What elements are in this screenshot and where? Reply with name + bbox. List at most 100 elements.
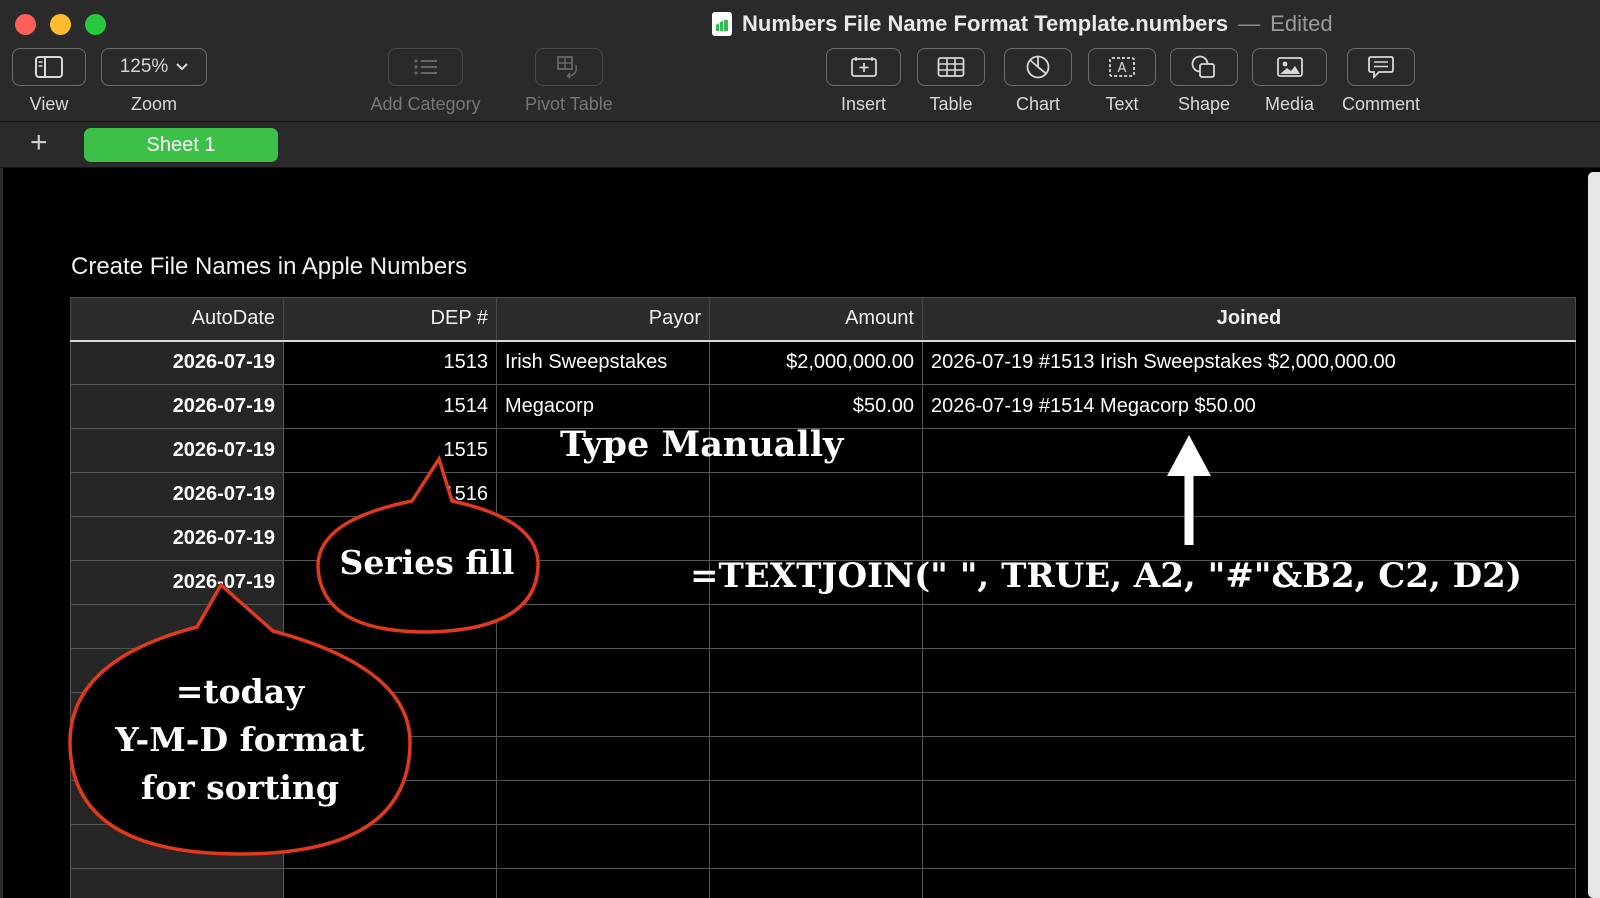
chart-label: Chart xyxy=(1015,94,1060,114)
cell-autodate[interactable]: 2026-07-19 xyxy=(70,428,284,473)
cell-autodate[interactable] xyxy=(70,604,284,649)
text-tool[interactable]: A Text xyxy=(1088,48,1156,115)
canvas-edge xyxy=(0,168,3,898)
media-tool[interactable]: Media xyxy=(1252,48,1327,115)
cell-amount[interactable] xyxy=(709,780,923,825)
cell-dep[interactable] xyxy=(283,868,497,898)
cell-amount[interactable] xyxy=(709,648,923,693)
cell-amount[interactable] xyxy=(709,516,923,561)
cell-autodate[interactable] xyxy=(70,824,284,869)
cell-dep[interactable]: 1515 xyxy=(283,428,497,473)
pivot-table-tool[interactable]: Pivot Table xyxy=(525,48,613,115)
zoom-tool[interactable]: 125% Zoom xyxy=(101,48,207,115)
cell-joined[interactable]: 2026-07-19 #1514 Megacorp $50.00 xyxy=(922,384,1576,429)
cell-autodate[interactable]: 2026-07-19 xyxy=(70,472,284,517)
cell-joined[interactable] xyxy=(922,648,1576,693)
cell-payor[interactable] xyxy=(496,736,710,781)
cell-payor[interactable] xyxy=(496,472,710,517)
minimize-window-button[interactable] xyxy=(50,14,71,35)
cell-amount[interactable] xyxy=(709,824,923,869)
header-cell-joined[interactable]: Joined xyxy=(922,297,1576,342)
cell-payor[interactable]: Irish Sweepstakes xyxy=(496,340,710,385)
comment-label: Comment xyxy=(1342,94,1421,114)
cell-joined[interactable] xyxy=(922,516,1576,561)
cell-autodate[interactable]: 2026-07-19 xyxy=(70,560,284,605)
zoom-window-button[interactable] xyxy=(85,14,106,35)
table-title[interactable]: Create File Names in Apple Numbers xyxy=(71,253,467,281)
cell-joined[interactable] xyxy=(922,428,1576,473)
close-window-button[interactable] xyxy=(15,14,36,35)
shape-tool[interactable]: Shape xyxy=(1170,48,1238,115)
comment-tool[interactable]: Comment xyxy=(1342,48,1420,115)
cell-joined[interactable] xyxy=(922,780,1576,825)
insert-tool[interactable]: Insert xyxy=(826,48,901,115)
add-category-button[interactable] xyxy=(388,48,464,86)
zoom-label: Zoom xyxy=(130,94,177,114)
cell-joined[interactable] xyxy=(922,692,1576,737)
cell-amount[interactable]: $2,000,000.00 xyxy=(709,340,923,385)
shape-label: Shape xyxy=(1177,94,1231,114)
table-button[interactable] xyxy=(917,48,985,86)
chart-tool[interactable]: Chart xyxy=(1004,48,1072,115)
cell-joined[interactable] xyxy=(922,604,1576,649)
cell-dep[interactable]: 1513 xyxy=(283,340,497,385)
table-row: 2026-07-19 1513 Irish Sweepstakes $2,000,00… xyxy=(70,340,1576,385)
text-button[interactable]: A xyxy=(1088,48,1156,86)
cell-joined[interactable] xyxy=(922,868,1576,898)
document-name: Numbers File Name Format Template.number… xyxy=(742,11,1229,36)
view-button[interactable] xyxy=(12,48,86,86)
today-annotation-line-1: =today xyxy=(175,672,305,711)
window-title: Numbers File Name Format Template.number… xyxy=(712,10,1333,38)
shape-button[interactable] xyxy=(1170,48,1238,86)
cell-amount[interactable] xyxy=(709,604,923,649)
add-sheet-button[interactable]: + xyxy=(30,128,48,158)
cell-dep[interactable] xyxy=(283,604,497,649)
cell-dep[interactable]: 1514 xyxy=(283,384,497,429)
add-category-tool[interactable]: Add Category xyxy=(371,48,481,115)
table-row xyxy=(70,824,1576,869)
header-cell-payor[interactable]: Payor xyxy=(496,297,710,342)
insert-button[interactable] xyxy=(826,48,901,86)
list-icon xyxy=(413,59,437,75)
cell-payor[interactable] xyxy=(496,604,710,649)
cell-amount[interactable] xyxy=(709,736,923,781)
cell-amount[interactable] xyxy=(709,868,923,898)
cell-payor[interactable] xyxy=(496,648,710,693)
cell-joined[interactable]: 2026-07-19 #1513 Irish Sweepstakes $2,00… xyxy=(922,340,1576,385)
cell-amount[interactable] xyxy=(709,692,923,737)
cell-autodate[interactable] xyxy=(70,868,284,898)
tab-sheet-1[interactable]: Sheet 1 xyxy=(84,128,278,162)
table-tool[interactable]: Table xyxy=(917,48,985,115)
header-cell-amount[interactable]: Amount xyxy=(709,297,923,342)
header-cell-dep[interactable]: DEP # xyxy=(283,297,497,342)
cell-dep[interactable]: 1516 xyxy=(283,472,497,517)
cell-amount[interactable] xyxy=(709,472,923,517)
vertical-scrollbar[interactable] xyxy=(1588,172,1600,898)
sidebar-icon xyxy=(35,56,63,78)
pivot-table-button[interactable] xyxy=(534,48,603,86)
header-cell-autodate[interactable]: AutoDate xyxy=(70,297,284,342)
cell-amount[interactable]: $50.00 xyxy=(709,384,923,429)
table-row: 2026-07-19 xyxy=(70,516,1576,561)
shape-icon xyxy=(1191,55,1215,78)
add-category-label: Add Category xyxy=(370,94,481,114)
cell-autodate[interactable]: 2026-07-19 xyxy=(70,384,284,429)
cell-joined[interactable] xyxy=(922,824,1576,869)
chart-button[interactable] xyxy=(1004,48,1072,86)
cell-joined[interactable] xyxy=(922,736,1576,781)
cell-payor[interactable] xyxy=(496,692,710,737)
view-tool[interactable]: View xyxy=(12,48,86,115)
cell-payor[interactable] xyxy=(496,824,710,869)
cell-payor[interactable] xyxy=(496,868,710,898)
header-row: AutoDate DEP # Payor Amount Joined xyxy=(70,297,1576,342)
comment-button[interactable] xyxy=(1347,48,1416,86)
media-button[interactable] xyxy=(1252,48,1327,86)
cell-payor[interactable] xyxy=(496,780,710,825)
cell-autodate[interactable]: 2026-07-19 xyxy=(70,516,284,561)
cell-payor[interactable]: Megacorp xyxy=(496,384,710,429)
zoom-select[interactable]: 125% xyxy=(101,48,207,86)
cell-dep[interactable] xyxy=(283,824,497,869)
table-label: Table xyxy=(929,94,973,114)
cell-autodate[interactable]: 2026-07-19 xyxy=(70,340,284,385)
cell-joined[interactable] xyxy=(922,472,1576,517)
